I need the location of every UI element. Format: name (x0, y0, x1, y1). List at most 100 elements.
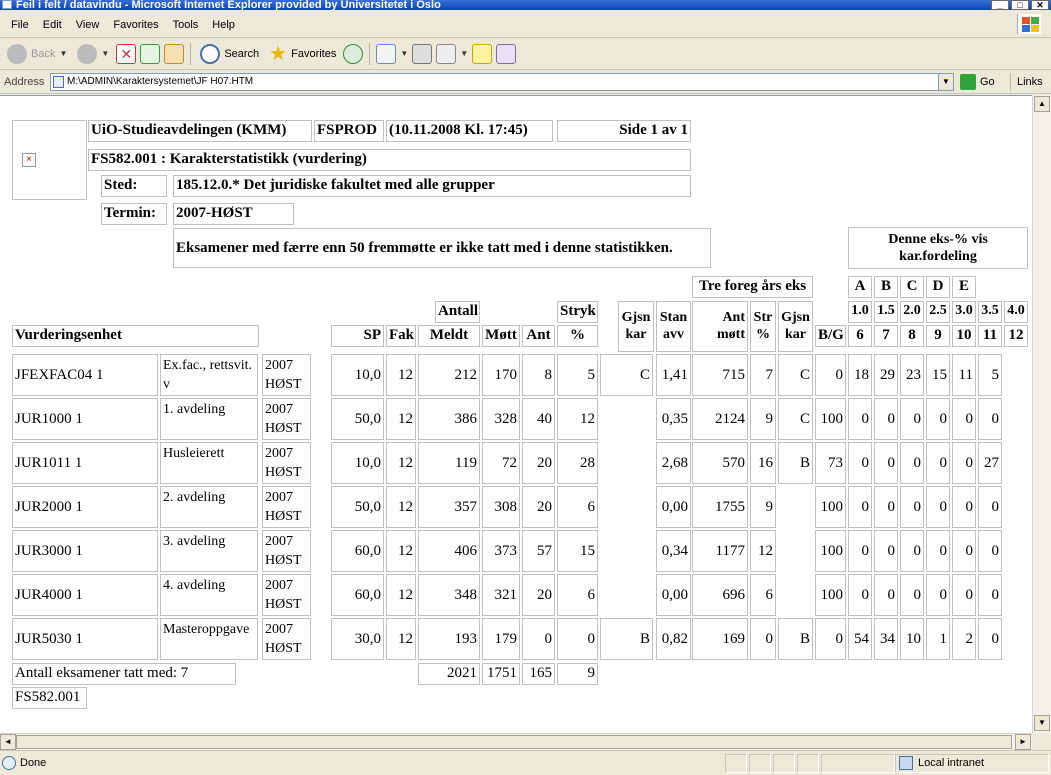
research-icon[interactable] (496, 43, 517, 64)
menu-help[interactable]: Help (205, 19, 242, 31)
maximize-button[interactable]: □ (1011, 0, 1029, 10)
print-icon[interactable] (412, 43, 433, 64)
minimize-button[interactable]: _ (991, 0, 1009, 10)
scroll-left-icon[interactable]: ◄ (0, 734, 16, 750)
status-pane (797, 754, 819, 773)
row-mott: 308 (482, 486, 520, 528)
row-dist-value: 0 (952, 574, 976, 616)
discuss-icon[interactable] (472, 43, 493, 64)
menu-tools[interactable]: Tools (166, 19, 206, 31)
row-bg: 100 (815, 574, 846, 616)
window-title-bar: Feil i felt / datavindu - Microsoft Inte… (0, 0, 1051, 10)
search-button[interactable]: Search (197, 41, 262, 67)
row-name: 1. avdeling (160, 398, 258, 440)
row-meldt: 406 (418, 530, 480, 572)
back-button[interactable]: Back ▼ (4, 41, 70, 67)
menu-view[interactable]: View (69, 19, 107, 31)
refresh-icon[interactable] (140, 43, 161, 64)
row-sp: 10,0 (331, 354, 384, 396)
ie-status-icon (2, 756, 16, 770)
antall-header: Antall (435, 301, 480, 323)
row-ant: 20 (522, 574, 555, 616)
distribution-col-header: 6 (848, 325, 872, 347)
row-pct: 15 (557, 530, 598, 572)
intranet-zone-icon (899, 756, 913, 770)
scroll-down-icon[interactable]: ▼ (1034, 715, 1050, 731)
grade-number: 1.0 (848, 301, 872, 323)
row-dist-value: 0 (900, 574, 924, 616)
menu-file[interactable]: File (4, 19, 36, 31)
address-input[interactable]: M:\ADMIN\Karaktersystemet\JF H07.HTM (50, 73, 954, 91)
links-button[interactable]: Links (1010, 73, 1051, 91)
row-fak: 12 (386, 530, 416, 572)
go-button[interactable]: Go (960, 73, 1004, 91)
history-icon[interactable] (343, 43, 364, 64)
row-mott: 373 (482, 530, 520, 572)
address-dropdown-icon[interactable]: ▼ (938, 73, 954, 91)
forward-button[interactable]: ▼ (74, 41, 112, 67)
distribution-col-header: 10 (952, 325, 976, 347)
grade-letter: E (952, 276, 976, 298)
row-mott: 170 (482, 354, 520, 396)
row-fak: 12 (386, 486, 416, 528)
favorites-button[interactable]: ★ Favorites (266, 41, 339, 67)
row-mott: 179 (482, 618, 520, 660)
menu-edit[interactable]: Edit (36, 19, 69, 31)
stop-icon[interactable]: ✕ (116, 43, 137, 64)
status-pane (773, 754, 795, 773)
ant-header: Ant (522, 325, 555, 347)
row-dist-value: 0 (900, 530, 924, 572)
ant-mott-header: Ant møtt (692, 301, 748, 352)
totals-mott: 1751 (482, 663, 520, 685)
row-meldt: 386 (418, 398, 480, 440)
row-antmott: 570 (692, 442, 748, 484)
row-bg: 0 (815, 354, 846, 396)
close-button[interactable]: ✕ (1031, 0, 1049, 10)
row-dist-value: 0 (874, 442, 898, 484)
row-antmott: 1177 (692, 530, 748, 572)
row-dist-value: 0 (978, 618, 1002, 660)
row-bg: 100 (815, 398, 846, 440)
row-meldt: 119 (418, 442, 480, 484)
row-pct: 5 (557, 354, 598, 396)
row-dist-value: 0 (900, 486, 924, 528)
row-antmott: 2124 (692, 398, 748, 440)
address-bar: Address M:\ADMIN\Karaktersystemet\JF H07… (0, 70, 1051, 94)
row-dist-value: 0 (952, 442, 976, 484)
edit-word-icon[interactable] (436, 43, 457, 64)
row-pct: 28 (557, 442, 598, 484)
row-dist-value: 0 (848, 442, 872, 484)
row-dist-value: 0 (926, 530, 950, 572)
row-antmott: 696 (692, 574, 748, 616)
row-term: 2007 HØST (262, 354, 311, 396)
row-term: 2007 HØST (262, 486, 311, 528)
menu-favorites[interactable]: Favorites (106, 19, 165, 31)
row-dist-value: 0 (926, 398, 950, 440)
org-name: UiO-Studieavdelingen (KMM) (88, 120, 312, 142)
address-label: Address (4, 76, 45, 88)
row-dist-value: 0 (926, 442, 950, 484)
row-gjsn: B (600, 618, 653, 660)
row-stan: 0,34 (656, 530, 691, 572)
scroll-right-icon[interactable]: ► (1015, 734, 1031, 750)
vertical-scrollbar[interactable]: ▲ ▼ (1032, 95, 1051, 733)
home-icon[interactable] (164, 43, 185, 64)
bg-header: B/G (815, 325, 846, 347)
row-meldt: 212 (418, 354, 480, 396)
row-dist-value: 0 (848, 398, 872, 440)
totals-label: Antall eksamener tatt med: 7 (12, 663, 236, 685)
window-title: Feil i felt / datavindu - Microsoft Inte… (16, 0, 441, 10)
horizontal-scroll-thumb[interactable] (16, 735, 1012, 749)
row-ant: 57 (522, 530, 555, 572)
grade-number: 4.0 (1004, 301, 1028, 323)
mail-icon[interactable] (376, 43, 397, 64)
distribution-header: Denne eks-% vis kar.fordeling (848, 227, 1028, 269)
star-icon: ★ (269, 42, 288, 65)
forward-arrow-icon (77, 43, 98, 64)
row-dist-value: 15 (926, 354, 950, 396)
row-stan: 0,00 (656, 574, 691, 616)
row-gjsn-prev: B (778, 442, 813, 484)
horizontal-scrollbar[interactable]: ◄ ► (0, 733, 1032, 750)
totals-meldt: 2021 (418, 663, 480, 685)
scroll-up-icon[interactable]: ▲ (1034, 96, 1050, 112)
